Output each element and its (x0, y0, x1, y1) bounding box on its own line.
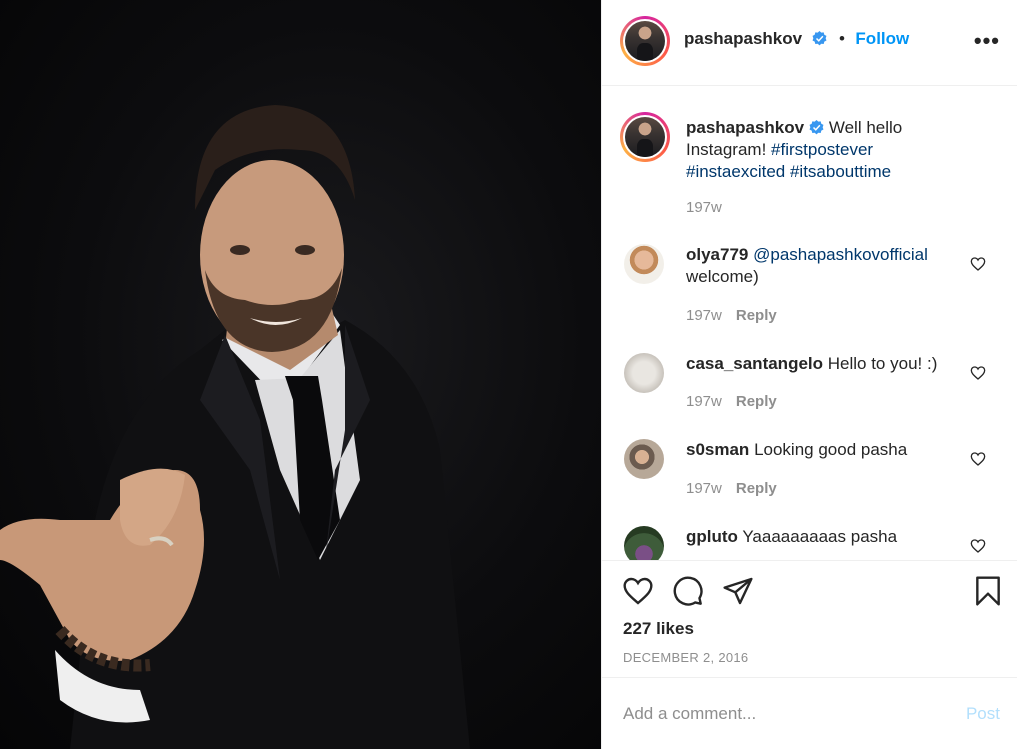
comment-item: s0sman Looking good pasha 197w Reply (624, 439, 996, 509)
caption-username[interactable]: pashapashkov (686, 118, 804, 137)
comment-item: olya779 @pashapashkovofficial welcome) 1… (624, 244, 996, 334)
comment-username[interactable]: casa_santangelo (686, 354, 823, 373)
verified-icon (812, 31, 827, 46)
reply-button[interactable]: Reply (736, 480, 777, 497)
post-header: pashapashkov • Follow ••• (602, 0, 1017, 86)
comment-meta: 197w Reply (686, 480, 777, 497)
reply-button[interactable]: Reply (736, 393, 777, 410)
heart-icon[interactable] (970, 538, 986, 554)
like-count[interactable]: 227 likes (623, 619, 694, 639)
share-icon[interactable] (722, 575, 754, 607)
comment-list[interactable]: pashapashkov Well hello Instagram! #firs… (602, 87, 1017, 560)
follow-button[interactable]: Follow (855, 29, 909, 48)
commenter-avatar[interactable] (624, 353, 664, 393)
caption-avatar[interactable] (620, 112, 670, 162)
reply-button[interactable]: Reply (736, 307, 777, 324)
commenter-avatar[interactable] (624, 439, 664, 479)
heart-icon[interactable] (622, 575, 654, 607)
commenter-avatar[interactable] (624, 244, 664, 284)
caption-timestamp: 197w (686, 199, 722, 216)
comment-item: gpluto Yaaaaaaaaas pasha (624, 526, 996, 560)
more-icon[interactable]: ••• (974, 28, 1000, 54)
author-avatar[interactable] (620, 16, 670, 66)
commenter-avatar[interactable] (624, 526, 664, 560)
heart-icon[interactable] (970, 451, 986, 467)
post-photo-image (0, 105, 470, 749)
comment-input[interactable] (623, 700, 943, 728)
hashtag-link[interactable]: #firstpostever (771, 140, 873, 159)
comment-body: Yaaaaaaaaas pasha (742, 527, 898, 546)
comment-text: casa_santangelo Hello to you! :) (686, 353, 956, 375)
comment-meta: 197w Reply (686, 307, 777, 324)
comment-timestamp: 197w (686, 480, 722, 497)
comment-text: olya779 @pashapashkovofficial welcome) (686, 244, 956, 288)
mention-link[interactable]: @pashapashkovofficial (753, 245, 928, 264)
post-date[interactable]: December 2, 2016 (623, 650, 748, 665)
heart-icon[interactable] (970, 256, 986, 272)
post-sidebar: pashapashkov • Follow ••• pashapashkov W… (601, 0, 1017, 749)
bookmark-icon[interactable] (972, 575, 1004, 607)
post-photo[interactable] (0, 0, 601, 749)
comment-username[interactable]: olya779 (686, 245, 748, 264)
post-comment-button[interactable]: Post (966, 704, 1000, 724)
add-comment-bar: Post (602, 677, 1017, 749)
comment-icon[interactable] (672, 575, 704, 607)
hashtag-link[interactable]: #itsabouttime (790, 162, 891, 181)
comment-body: Hello to you! :) (827, 354, 938, 373)
comment-username[interactable]: s0sman (686, 440, 749, 459)
comment-body: welcome) (686, 267, 759, 286)
caption: pashapashkov Well hello Instagram! #firs… (620, 112, 996, 225)
comment-meta: 197w Reply (686, 393, 777, 410)
author-username[interactable]: pashapashkov (684, 29, 802, 48)
hashtag-link[interactable]: #instaexcited (686, 162, 785, 181)
verified-icon (809, 120, 824, 135)
comment-timestamp: 197w (686, 393, 722, 410)
comment-text: gpluto Yaaaaaaaaas pasha (686, 526, 956, 548)
separator-dot: • (839, 29, 845, 48)
comment-item: casa_santangelo Hello to you! :) 197w Rep… (624, 353, 996, 423)
comment-timestamp: 197w (686, 307, 722, 324)
action-bar: 227 likes December 2, 2016 (602, 560, 1017, 677)
author-line: pashapashkov • Follow (684, 29, 909, 49)
caption-text: pashapashkov Well hello Instagram! #firs… (686, 117, 956, 183)
comment-username[interactable]: gpluto (686, 527, 738, 546)
comment-text: s0sman Looking good pasha (686, 439, 956, 461)
comment-body: Looking good pasha (754, 440, 908, 459)
heart-icon[interactable] (970, 365, 986, 381)
